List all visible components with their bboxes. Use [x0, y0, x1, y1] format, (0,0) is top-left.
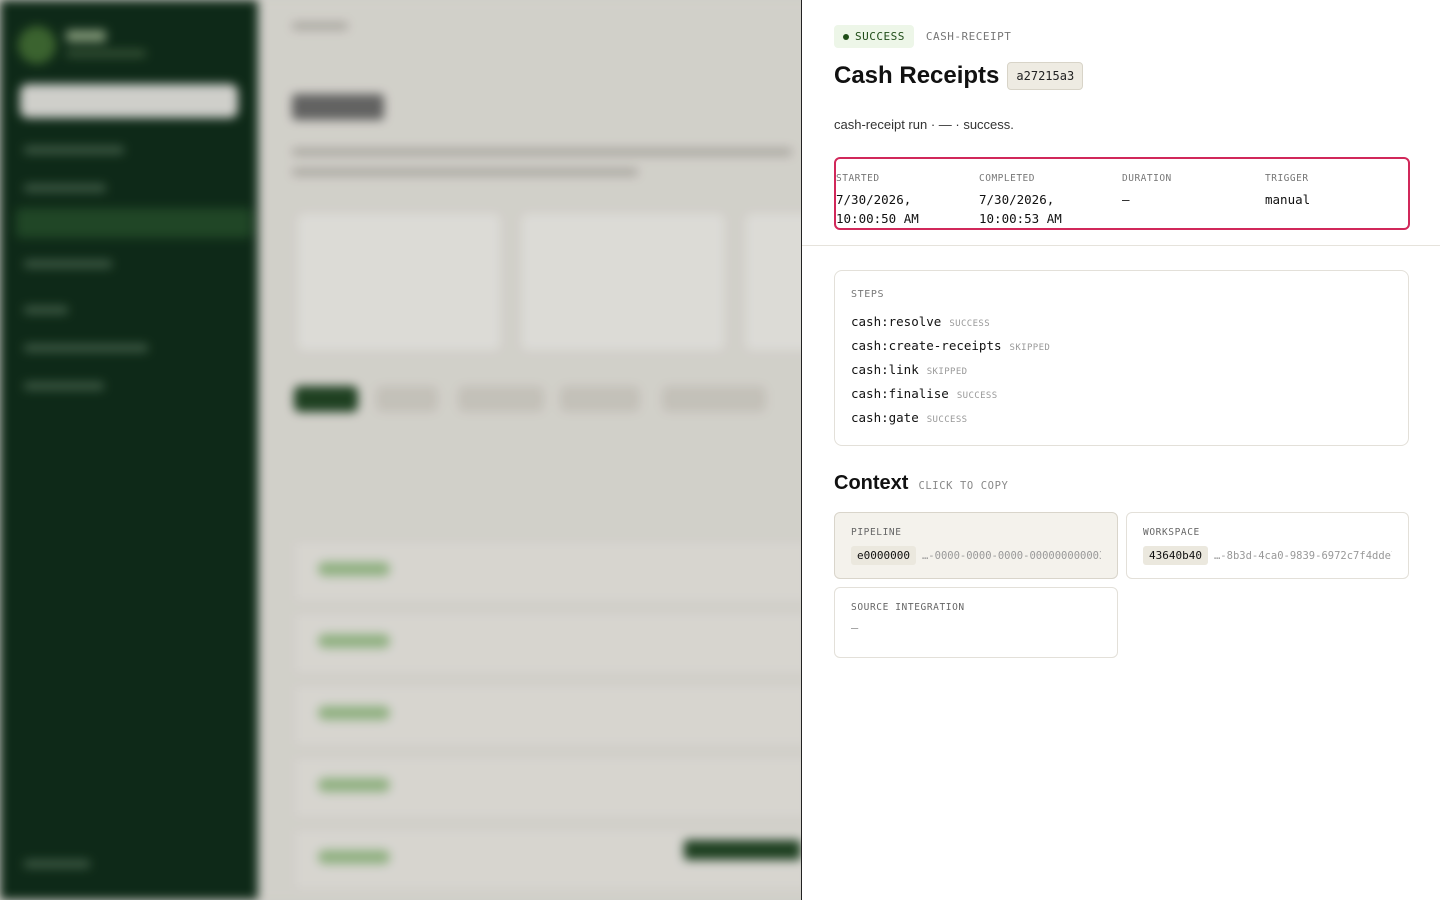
context-pipeline-rest: …-0000-0000-0000-000000000003	[921, 549, 1101, 562]
run-detail-drawer: SUCCESS CASH-RECEIPT Cash Receipts a2721…	[801, 0, 1440, 900]
context-source-label: SOURCE INTEGRATION	[851, 602, 965, 613]
steps-card: STEPS cash:resolve SUCCESS cash:create-r…	[834, 270, 1409, 446]
meta-completed: COMPLETED 7/30/2026, 10:00:53 AM	[979, 159, 1122, 228]
meta-completed-label: COMPLETED	[979, 173, 1035, 184]
context-pipeline-card[interactable]: PIPELINE e0000000 …-0000-0000-0000-00000…	[834, 512, 1118, 579]
meta-duration-value: –	[1122, 192, 1130, 207]
run-id-chip[interactable]: a27215a3	[1007, 62, 1084, 90]
run-subtitle: cash-receipt run · — · success.	[834, 117, 1014, 132]
context-source-value: —	[851, 621, 859, 635]
meta-started-time: 10:00:50 AM	[836, 211, 919, 226]
context-pipeline-chip: e0000000	[851, 546, 916, 565]
context-title: Context	[834, 472, 909, 494]
step-name: cash:gate	[851, 410, 919, 425]
header-divider	[802, 245, 1440, 246]
meta-duration: DURATION –	[1122, 159, 1265, 228]
step-name: cash:finalise	[851, 386, 949, 401]
meta-completed-time: 10:00:53 AM	[979, 211, 1062, 226]
step-item: cash:gate SUCCESS	[851, 410, 1392, 434]
status-badge: SUCCESS	[834, 25, 914, 48]
context-source-card[interactable]: SOURCE INTEGRATION —	[834, 587, 1118, 658]
run-kind: CASH-RECEIPT	[925, 30, 1012, 43]
context-pipeline-value: e0000000 …-0000-0000-0000-000000000003	[851, 546, 1101, 565]
context-workspace-label: WORKSPACE	[1143, 527, 1200, 538]
context-workspace-chip: 43640b40	[1143, 546, 1208, 565]
step-status: SUCCESS	[949, 319, 991, 329]
meta-completed-date: 7/30/2026,	[979, 192, 1055, 207]
context-workspace-card[interactable]: WORKSPACE 43640b40 …-8b3d-4ca0-9839-6972…	[1126, 512, 1409, 579]
step-status: SUCCESS	[926, 415, 968, 425]
step-name: cash:resolve	[851, 314, 942, 329]
status-text: SUCCESS	[855, 30, 905, 43]
title-row: Cash Receipts a27215a3	[834, 62, 1084, 90]
step-name: cash:create-receipts	[851, 338, 1002, 353]
step-item: cash:create-receipts SKIPPED	[851, 338, 1392, 362]
step-item: cash:link SKIPPED	[851, 362, 1392, 386]
meta-trigger: TRIGGER manual	[1265, 159, 1408, 228]
step-status: SKIPPED	[926, 367, 968, 377]
meta-started-label: STARTED	[836, 173, 880, 184]
meta-duration-label: DURATION	[1122, 173, 1172, 184]
meta-trigger-value: manual	[1265, 192, 1311, 207]
status-dot-icon	[843, 33, 849, 40]
steps-label: STEPS	[851, 289, 885, 300]
meta-started: STARTED 7/30/2026, 10:00:50 AM	[836, 159, 979, 228]
modal-backdrop[interactable]	[0, 0, 801, 900]
step-item: cash:finalise SUCCESS	[851, 386, 1392, 410]
step-item: cash:resolve SUCCESS	[851, 314, 1392, 338]
step-status: SUCCESS	[956, 391, 998, 401]
context-pipeline-label: PIPELINE	[851, 527, 902, 538]
context-workspace-value: 43640b40 …-8b3d-4ca0-9839-6972c7f4dde7	[1143, 546, 1392, 565]
run-badges: SUCCESS CASH-RECEIPT	[834, 25, 1011, 48]
run-metadata: STARTED 7/30/2026, 10:00:50 AM COMPLETED…	[834, 157, 1410, 230]
meta-started-date: 7/30/2026,	[836, 192, 912, 207]
step-status: SKIPPED	[1009, 343, 1051, 353]
context-heading: Context CLICK TO COPY	[834, 472, 1008, 495]
meta-trigger-label: TRIGGER	[1265, 173, 1309, 184]
context-workspace-rest: …-8b3d-4ca0-9839-6972c7f4dde7	[1213, 549, 1392, 562]
step-name: cash:link	[851, 362, 919, 377]
page-title: Cash Receipts	[834, 62, 1000, 89]
context-hint: CLICK TO COPY	[918, 480, 1009, 492]
